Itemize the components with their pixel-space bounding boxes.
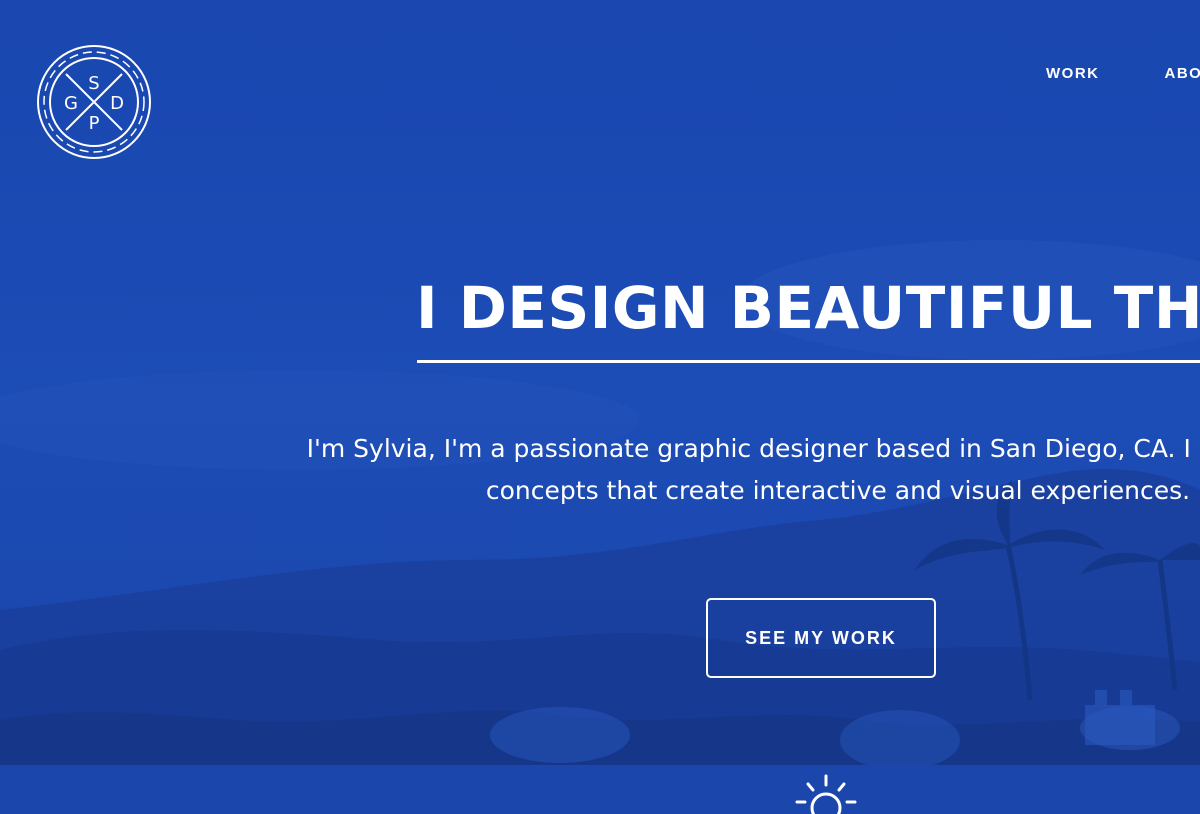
logo-letter-left: G — [64, 93, 78, 114]
logo-letter-top: S — [88, 73, 99, 94]
hero-headline: I DESIGN BEAUTIFUL THINGS — [416, 274, 1200, 342]
nav-item-about[interactable]: ABOUT — [1165, 65, 1200, 82]
nav-item-work[interactable]: WORK — [1046, 65, 1100, 82]
hero-background-image — [0, 0, 1200, 814]
hero-intro-line-2: concepts that create interactive and vis… — [485, 476, 1191, 505]
hero-section: S G D P WORK ABOUT I DESIGN BEAUTIFUL TH… — [0, 0, 1200, 814]
site-logo[interactable]: S G D P — [35, 43, 153, 161]
hero-intro-text: I'm Sylvia, I'm a passionate graphic des… — [0, 428, 1200, 512]
main-nav: WORK ABOUT — [1046, 65, 1200, 82]
see-my-work-button[interactable]: SEE MY WORK — [706, 598, 936, 678]
sun-icon — [795, 774, 857, 814]
headline-underline — [417, 360, 1200, 363]
logo-letter-right: D — [110, 93, 124, 114]
logo-letter-bottom: P — [89, 113, 100, 134]
hero-intro-line-1: I'm Sylvia, I'm a passionate graphic des… — [306, 434, 1200, 463]
